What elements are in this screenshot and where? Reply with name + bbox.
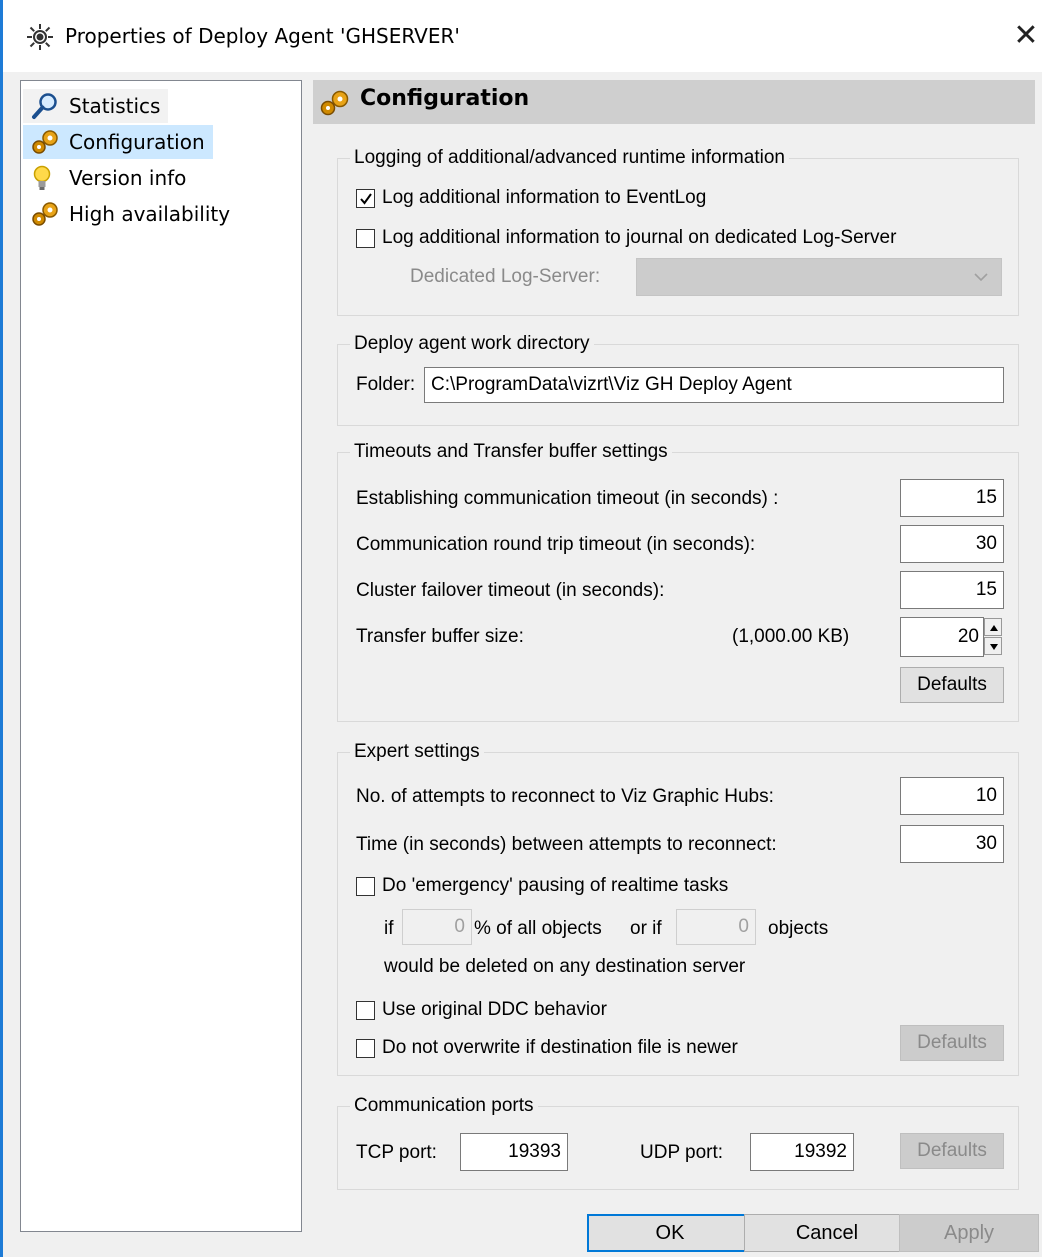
- eventlog-checkbox[interactable]: [356, 189, 375, 208]
- gears-icon: [29, 128, 61, 156]
- magnifier-icon: [29, 92, 61, 120]
- group-title: Expert settings: [350, 740, 484, 764]
- logserver-dropdown[interactable]: [636, 258, 1002, 296]
- logserver-label: Dedicated Log-Server:: [410, 266, 601, 287]
- spin-down-button[interactable]: [984, 637, 1002, 655]
- establishing-timeout-label: Establishing communication timeout (in s…: [356, 488, 779, 509]
- if-label: if: [384, 918, 394, 939]
- nav-item-high-availability[interactable]: High availability: [23, 197, 238, 231]
- ddc-behavior-label: Use original DDC behavior: [382, 999, 607, 1020]
- gear-icon: [25, 22, 55, 52]
- expert-group: Expert settings No. of attempts to recon…: [337, 740, 1019, 1076]
- establishing-timeout-field[interactable]: 15: [900, 479, 1004, 517]
- ports-group: Communication ports TCP port: 19393 UDP …: [337, 1094, 1019, 1190]
- nav-item-version-info[interactable]: Version info: [23, 161, 194, 195]
- failover-timeout-field[interactable]: 15: [900, 571, 1004, 609]
- roundtrip-timeout-field[interactable]: 30: [900, 525, 1004, 563]
- udp-port-field[interactable]: 19392: [750, 1133, 854, 1171]
- no-overwrite-label: Do not overwrite if destination file is …: [382, 1037, 738, 1058]
- journal-label: Log additional information to journal on…: [382, 227, 897, 248]
- roundtrip-timeout-label: Communication round trip timeout (in sec…: [356, 534, 756, 555]
- timeouts-group: Timeouts and Transfer buffer settings Es…: [337, 440, 1019, 722]
- folder-field[interactable]: C:\ProgramData\vizrt\Viz GH Deploy Agent: [424, 367, 1004, 403]
- gears-icon: [317, 88, 353, 118]
- group-title: Deploy agent work directory: [350, 332, 594, 356]
- objects-field[interactable]: 0: [676, 909, 756, 945]
- journal-checkbox[interactable]: [356, 229, 375, 248]
- apply-button[interactable]: Apply: [899, 1214, 1039, 1252]
- nav-item-label: High availability: [69, 202, 231, 226]
- group-title: Communication ports: [350, 1094, 538, 1118]
- objects-label: objects: [768, 918, 829, 939]
- workdir-group: Deploy agent work directory Folder: C:\P…: [337, 332, 1019, 426]
- spin-up-button[interactable]: [984, 618, 1002, 636]
- panel-title: Configuration: [360, 86, 530, 111]
- gears-icon: [29, 200, 61, 228]
- reconnect-attempts-field[interactable]: 10: [900, 777, 1004, 815]
- ddc-behavior-checkbox[interactable]: [356, 1001, 375, 1020]
- dialog-body: Statistics Configuration Version info Hi…: [3, 72, 1042, 1257]
- buffer-size-spinner[interactable]: [984, 618, 1002, 656]
- configuration-panel: Configuration Logging of additional/adva…: [313, 80, 1035, 1235]
- window-title: Properties of Deploy Agent 'GHSERVER': [65, 24, 460, 48]
- category-tree: Statistics Configuration Version info Hi…: [20, 80, 302, 1232]
- eventlog-label: Log additional information to EventLog: [382, 187, 707, 208]
- buffer-size-display: (1,000.00 KB): [732, 626, 850, 647]
- timeouts-defaults-button[interactable]: Defaults: [900, 667, 1004, 703]
- expert-defaults-button[interactable]: Defaults: [900, 1025, 1004, 1061]
- deleted-label: would be deleted on any destination serv…: [384, 956, 746, 977]
- buffer-size-field[interactable]: 20: [900, 617, 984, 657]
- reconnect-interval-field[interactable]: 30: [900, 825, 1004, 863]
- nav-item-configuration[interactable]: Configuration: [23, 125, 213, 159]
- emergency-pause-label: Do 'emergency' pausing of realtime tasks: [382, 875, 729, 896]
- nav-item-label: Statistics: [69, 94, 161, 118]
- reconnect-attempts-label: No. of attempts to reconnect to Viz Grap…: [356, 786, 774, 807]
- logging-group: Logging of additional/advanced runtime i…: [337, 146, 1019, 316]
- title-bar: Properties of Deploy Agent 'GHSERVER' ✕: [3, 0, 1042, 72]
- nav-item-label: Configuration: [69, 130, 205, 154]
- udp-port-label: UDP port:: [640, 1142, 724, 1163]
- percent-label: % of all objects: [474, 918, 602, 939]
- panel-header: Configuration: [313, 80, 1035, 124]
- no-overwrite-checkbox[interactable]: [356, 1039, 375, 1058]
- reconnect-interval-label: Time (in seconds) between attempts to re…: [356, 834, 777, 855]
- nav-item-statistics[interactable]: Statistics: [23, 89, 169, 123]
- nav-item-label: Version info: [69, 166, 187, 190]
- percent-field[interactable]: 0: [402, 909, 472, 945]
- group-title: Timeouts and Transfer buffer settings: [350, 440, 672, 464]
- ports-defaults-button[interactable]: Defaults: [900, 1133, 1004, 1169]
- folder-label: Folder:: [356, 374, 416, 395]
- lightbulb-icon: [29, 164, 61, 192]
- or-if-label: or if: [630, 918, 662, 939]
- failover-timeout-label: Cluster failover timeout (in seconds):: [356, 580, 665, 601]
- emergency-pause-checkbox[interactable]: [356, 877, 375, 896]
- tcp-port-field[interactable]: 19393: [460, 1133, 568, 1171]
- group-title: Logging of additional/advanced runtime i…: [350, 146, 789, 170]
- tcp-port-label: TCP port:: [356, 1142, 437, 1163]
- cancel-button[interactable]: Cancel: [744, 1214, 910, 1252]
- close-button[interactable]: ✕: [1008, 18, 1042, 54]
- buffer-size-label: Transfer buffer size:: [356, 626, 524, 647]
- chevron-down-icon: [973, 269, 989, 289]
- ok-button[interactable]: OK: [587, 1214, 753, 1252]
